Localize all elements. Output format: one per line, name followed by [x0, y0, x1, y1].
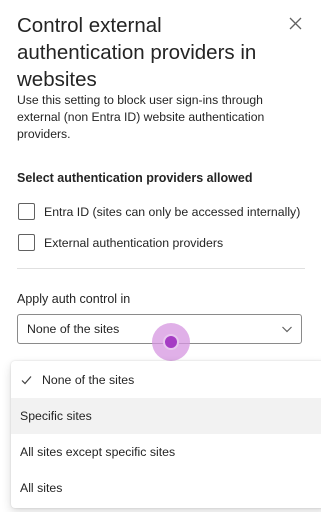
- option-label: Specific sites: [20, 409, 92, 423]
- provider-option-entra[interactable]: Entra ID (sites can only be accessed int…: [18, 203, 300, 220]
- pointer-indicator-core: [163, 334, 179, 350]
- close-button[interactable]: [284, 12, 306, 34]
- external-providers-checkbox[interactable]: [18, 234, 35, 251]
- checkmark-icon: [21, 376, 32, 385]
- option-specific-sites[interactable]: Specific sites: [11, 398, 321, 434]
- option-label: All sites: [20, 481, 63, 495]
- panel-description: Use this setting to block user sign-ins …: [17, 93, 265, 141]
- provider-option-external[interactable]: External authentication providers: [18, 234, 223, 251]
- option-label: None of the sites: [42, 373, 135, 387]
- option-label: All sites except specific sites: [20, 445, 176, 459]
- option-none-of-the-sites[interactable]: None of the sites: [11, 362, 321, 398]
- providers-section-label: Select authentication providers allowed: [17, 171, 253, 185]
- panel-title: Control external authentication provider…: [17, 14, 257, 91]
- entra-id-label: Entra ID (sites can only be accessed int…: [44, 204, 301, 219]
- pointer-indicator: [152, 323, 190, 361]
- auth-control-label: Apply auth control in: [17, 292, 131, 306]
- option-all-sites-except-specific[interactable]: All sites except specific sites: [11, 434, 321, 470]
- section-divider: [17, 268, 305, 269]
- option-all-sites[interactable]: All sites: [11, 470, 321, 506]
- external-providers-label: External authentication providers: [44, 235, 224, 250]
- entra-id-checkbox[interactable]: [18, 203, 35, 220]
- close-icon: [289, 17, 301, 29]
- chevron-down-icon: [282, 326, 292, 333]
- auth-control-selected-value: None of the sites: [27, 322, 120, 336]
- auth-control-listbox: None of the sites Specific sites All sit…: [11, 361, 321, 508]
